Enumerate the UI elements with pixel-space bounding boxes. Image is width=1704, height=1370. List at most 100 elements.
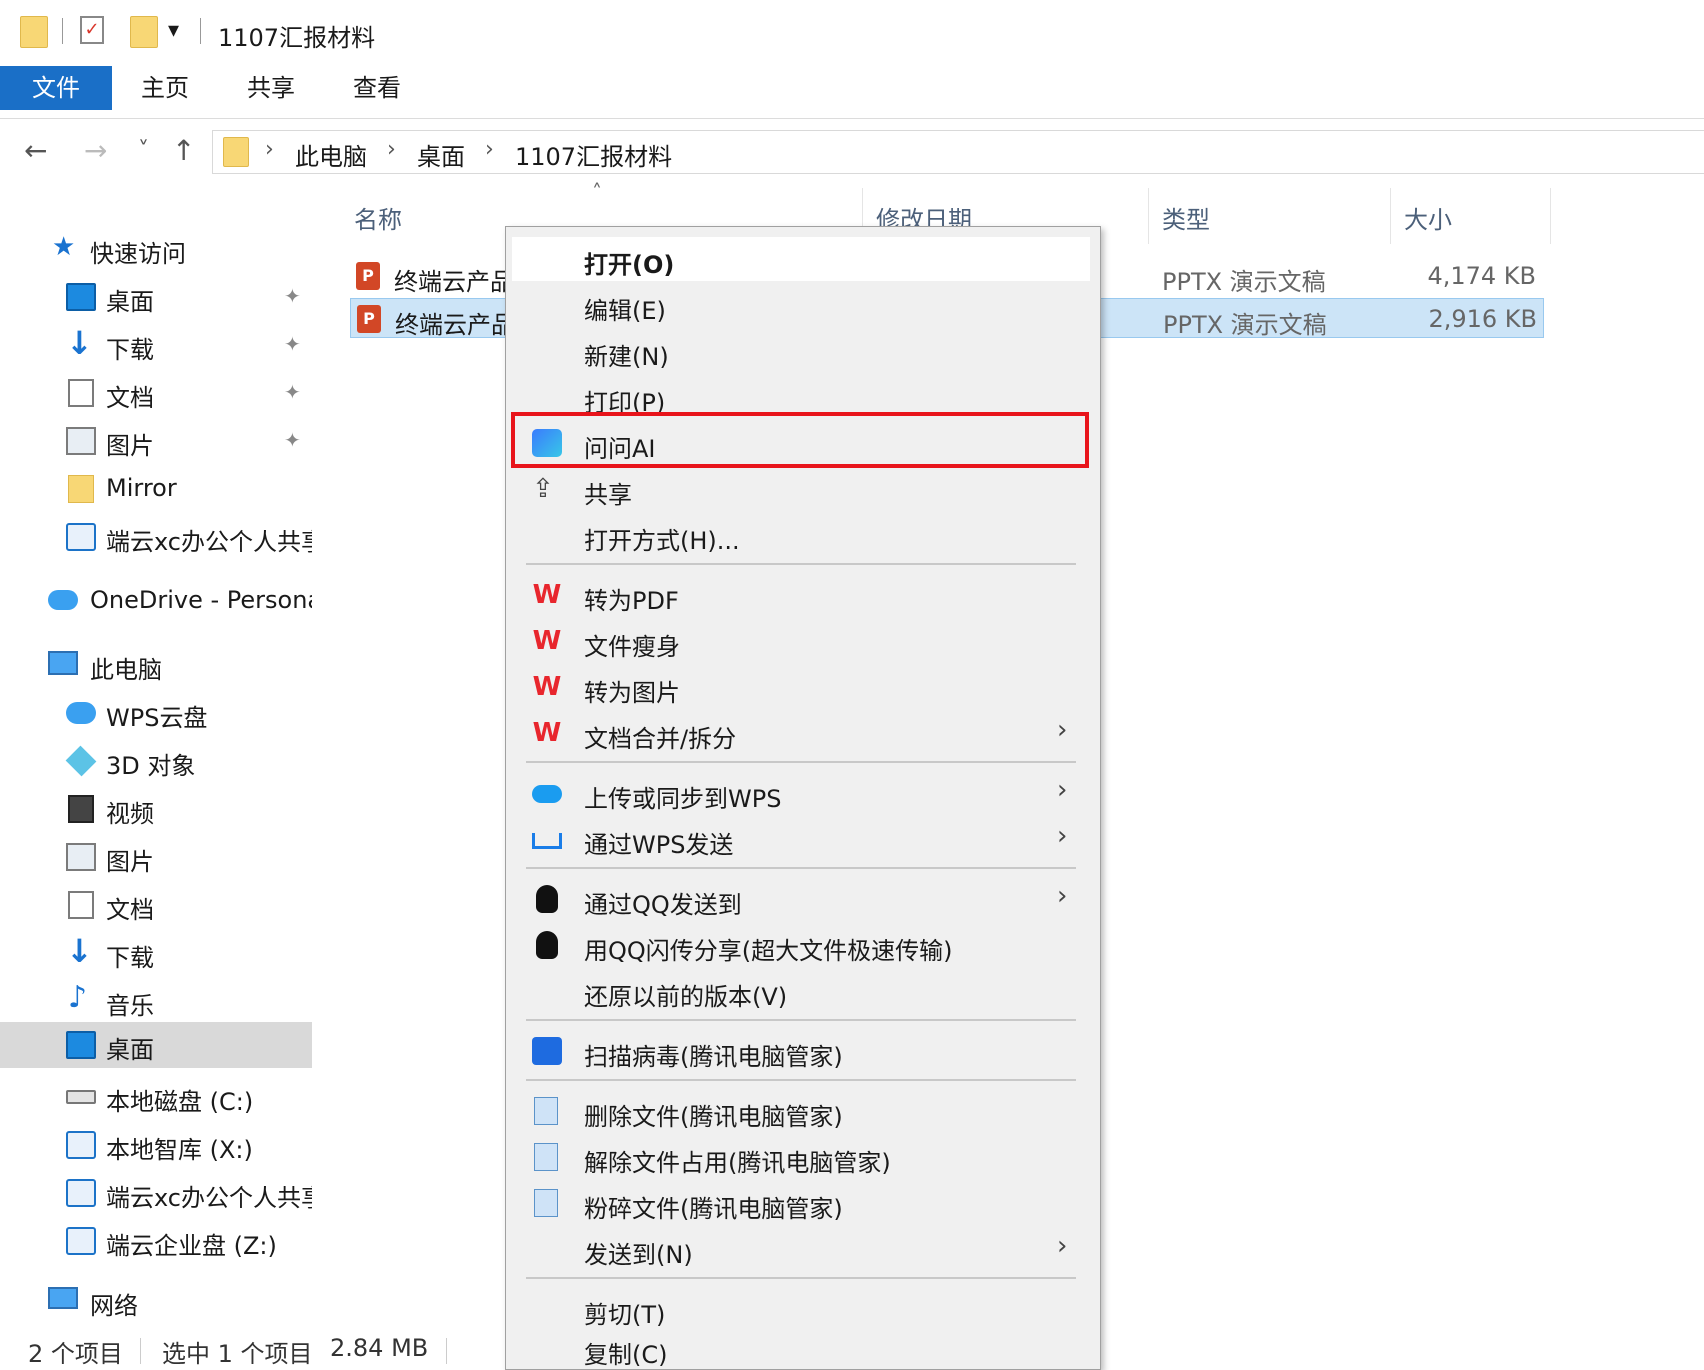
- menu-item-qq-flash-share[interactable]: 用QQ闪传分享(超大文件极速传输): [512, 923, 1090, 967]
- window-title: 1107汇报材料: [218, 24, 376, 52]
- menu-item-send-wps[interactable]: 通过WPS发送 ›: [512, 817, 1090, 861]
- file-name: 终端云产品: [394, 268, 514, 296]
- menu-item-edit[interactable]: 编辑(E): [512, 283, 1090, 327]
- menu-label: 文档合并/拆分: [584, 725, 737, 753]
- nav-item-music[interactable]: ♪ 音乐: [0, 978, 312, 1024]
- nav-item-pictures-pc[interactable]: 图片: [0, 834, 312, 880]
- menu-item-share[interactable]: ⇪ 共享: [512, 467, 1090, 511]
- document-icon: [68, 379, 94, 407]
- customize-toolbar-icon[interactable]: ▾: [168, 18, 179, 43]
- menu-item-scan-virus[interactable]: 扫描病毒(腾讯电脑管家): [512, 1029, 1090, 1073]
- menu-item-unlock-file[interactable]: 解除文件占用(腾讯电脑管家): [512, 1135, 1090, 1179]
- menu-item-upload-wps[interactable]: 上传或同步到WPS ›: [512, 771, 1090, 815]
- nav-quick-access[interactable]: ★ 快速访问: [0, 226, 312, 272]
- pin-icon[interactable]: ✦: [284, 428, 301, 452]
- breadcrumb-separator[interactable]: ›: [387, 137, 396, 162]
- nav-label: 端云xc办公个人共享: [106, 1184, 312, 1212]
- submenu-arrow-icon: ›: [1057, 821, 1068, 851]
- nav-label: WPS云盘: [106, 704, 208, 732]
- menu-item-cut[interactable]: 剪切(T): [512, 1287, 1090, 1331]
- nav-item-shared-drive-pc[interactable]: 端云xc办公个人共享: [0, 1170, 312, 1216]
- column-header-name[interactable]: 名称: [354, 200, 402, 235]
- column-header-size[interactable]: 大小: [1404, 200, 1452, 235]
- sort-indicator-icon: ˄: [592, 180, 602, 204]
- menu-item-delete-file[interactable]: 删除文件(腾讯电脑管家): [512, 1089, 1090, 1133]
- status-item-count: 2 个项目: [28, 1340, 123, 1368]
- navigation-pane: ★ 快速访问 桌面 ✦ ↓ 下载 ✦ 文档 ✦ 图片 ✦ Mirror 端云xc…: [0, 182, 316, 1332]
- tab-file[interactable]: 文件: [0, 66, 112, 110]
- download-icon: ↓: [66, 324, 93, 362]
- pptx-file-icon: P: [357, 305, 381, 333]
- menu-item-open[interactable]: 打开(O): [512, 237, 1090, 281]
- menu-label: 共享: [584, 481, 632, 509]
- pin-icon[interactable]: ✦: [284, 332, 301, 356]
- nav-item-3d-objects[interactable]: 3D 对象: [0, 738, 312, 784]
- picture-icon: [66, 427, 96, 455]
- new-folder-icon[interactable]: [130, 16, 158, 48]
- menu-item-restore-versions[interactable]: 还原以前的版本(V): [512, 969, 1090, 1013]
- nav-item-shared-drive[interactable]: 端云xc办公个人共享: [0, 514, 312, 560]
- menu-label: 文件瘦身: [584, 633, 680, 661]
- nav-label: 本地智库 (X:): [106, 1136, 253, 1164]
- nav-item-disk-z[interactable]: 端云企业盘 (Z:): [0, 1218, 312, 1264]
- nav-item-videos[interactable]: 视频: [0, 786, 312, 832]
- status-selected-size: 2.84 MB: [330, 1334, 429, 1362]
- menu-item-send-qq[interactable]: 通过QQ发送到 ›: [512, 877, 1090, 921]
- menu-item-merge-split[interactable]: W 文档合并/拆分 ›: [512, 711, 1090, 755]
- nav-this-pc[interactable]: 此电脑: [0, 642, 312, 688]
- address-bar[interactable]: › 此电脑 › 桌面 › 1107汇报材料: [212, 130, 1704, 174]
- nav-item-desktop-pc[interactable]: 桌面: [0, 1022, 312, 1068]
- tab-share[interactable]: 共享: [236, 66, 306, 110]
- tab-home[interactable]: 主页: [130, 66, 200, 110]
- menu-item-copy[interactable]: 复制(C): [512, 1327, 1090, 1369]
- menu-item-new[interactable]: 新建(N): [512, 329, 1090, 373]
- nav-item-disk-x[interactable]: 本地智库 (X:): [0, 1122, 312, 1168]
- download-icon: ↓: [66, 932, 93, 970]
- breadcrumb-separator[interactable]: ›: [485, 137, 494, 162]
- 3d-objects-icon: [65, 745, 97, 777]
- menu-item-convert-pdf[interactable]: W 转为PDF: [512, 573, 1090, 617]
- column-header-type[interactable]: 类型: [1162, 200, 1210, 235]
- nav-item-pictures[interactable]: 图片 ✦: [0, 418, 312, 464]
- share-icon: ⇪: [532, 474, 554, 504]
- nav-label: 下载: [106, 336, 154, 364]
- up-icon[interactable]: ↑: [172, 134, 195, 167]
- breadcrumb-separator[interactable]: ›: [265, 137, 274, 162]
- breadcrumb-desktop[interactable]: 桌面: [417, 137, 465, 172]
- recent-locations-icon[interactable]: ˅: [138, 138, 149, 163]
- nav-item-downloads[interactable]: ↓ 下载 ✦: [0, 322, 312, 368]
- nav-network[interactable]: 网络: [0, 1278, 312, 1324]
- nav-item-desktop[interactable]: 桌面 ✦: [0, 274, 312, 320]
- tab-view[interactable]: 查看: [342, 66, 412, 110]
- menu-item-open-with[interactable]: 打开方式(H)...: [512, 513, 1090, 557]
- column-divider[interactable]: [1390, 188, 1391, 244]
- back-icon[interactable]: ←: [24, 134, 47, 167]
- menu-item-convert-image[interactable]: W 转为图片: [512, 665, 1090, 709]
- navigation-row: ← → ˅ ↑ › 此电脑 › 桌面 › 1107汇报材料: [0, 120, 1704, 182]
- submenu-arrow-icon: ›: [1057, 775, 1068, 805]
- nav-onedrive[interactable]: OneDrive - Personal: [0, 578, 312, 624]
- nav-item-downloads-pc[interactable]: ↓ 下载: [0, 930, 312, 976]
- nav-item-mirror[interactable]: Mirror: [0, 466, 312, 512]
- nav-item-disk-c[interactable]: 本地磁盘 (C:): [0, 1074, 312, 1120]
- forward-icon[interactable]: →: [84, 134, 107, 167]
- document-icon: [68, 891, 94, 919]
- menu-label: 转为PDF: [584, 587, 679, 615]
- menu-item-send-to[interactable]: 发送到(N) ›: [512, 1227, 1090, 1271]
- menu-separator: [526, 761, 1076, 763]
- properties-icon[interactable]: ✓: [80, 16, 104, 44]
- column-divider[interactable]: [1550, 188, 1551, 244]
- breadcrumb-this-pc[interactable]: 此电脑: [295, 137, 367, 172]
- nav-item-documents-pc[interactable]: 文档: [0, 882, 312, 928]
- pin-icon[interactable]: ✦: [284, 380, 301, 404]
- nav-item-wps-cloud[interactable]: WPS云盘: [0, 690, 312, 736]
- breadcrumb-current-folder[interactable]: 1107汇报材料: [515, 137, 672, 172]
- menu-item-slim-file[interactable]: W 文件瘦身: [512, 619, 1090, 663]
- folder-icon: [68, 475, 94, 503]
- submenu-arrow-icon: ›: [1057, 881, 1068, 911]
- column-divider[interactable]: [1148, 188, 1149, 244]
- nav-item-documents[interactable]: 文档 ✦: [0, 370, 312, 416]
- menu-item-shred-file[interactable]: 粉碎文件(腾讯电脑管家): [512, 1181, 1090, 1225]
- pin-icon[interactable]: ✦: [284, 284, 301, 308]
- menu-separator: [526, 1019, 1076, 1021]
